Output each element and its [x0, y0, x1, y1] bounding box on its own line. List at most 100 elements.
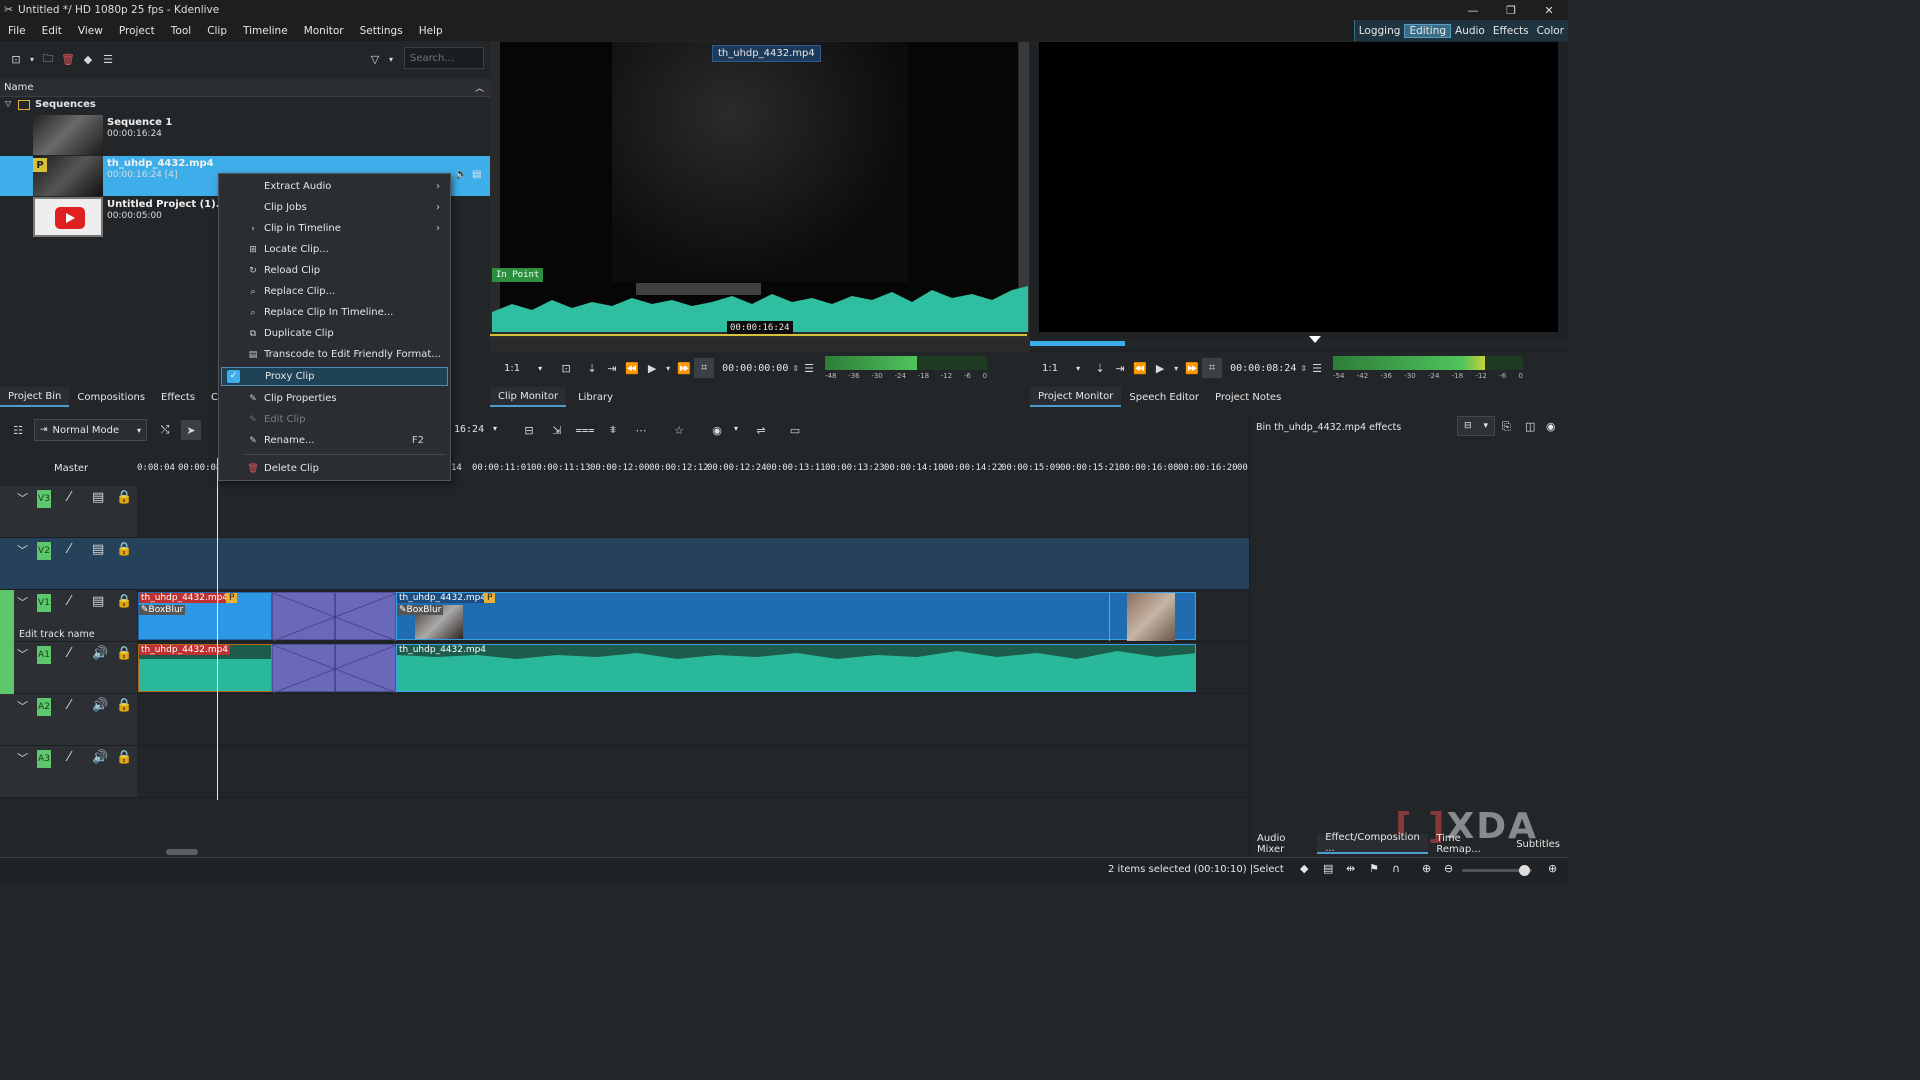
lock-icon[interactable]: 🔒 — [116, 698, 132, 713]
collapse-icon[interactable]: ﹀ — [17, 698, 28, 714]
track-header-v1[interactable]: ﹀ V1 ⁄ ▤ 🔒 Edit track name — [0, 590, 137, 642]
tab-speech-editor[interactable]: Speech Editor — [1121, 387, 1207, 407]
tab-project-notes[interactable]: Project Notes — [1207, 387, 1289, 407]
collapse-icon[interactable]: ﹀ — [17, 594, 28, 610]
collapse-icon[interactable]: ﹀ — [17, 490, 28, 506]
tab-project-bin[interactable]: Project Bin — [0, 387, 70, 407]
tab-clip-monitor[interactable]: Clip Monitor — [490, 387, 567, 407]
rewind-icon[interactable]: ⏪ — [622, 358, 642, 378]
master-label[interactable]: Master — [54, 463, 88, 474]
tab-effects[interactable]: Effects — [153, 387, 203, 407]
effects-icon[interactable]: ⁄ — [68, 646, 70, 661]
add-clip-icon[interactable]: ⊡ — [6, 49, 26, 69]
forward-icon[interactable]: ⏩ — [1182, 358, 1202, 378]
film-icon[interactable]: ▤ — [92, 542, 104, 557]
collapse-icon[interactable]: ﹀ — [17, 646, 28, 662]
extract-icon[interactable]: ⩨ — [603, 420, 623, 440]
timeline-scrollbar[interactable] — [166, 849, 198, 855]
timeline-audio-clip[interactable]: th_uhdp_4432.mp4 — [138, 644, 272, 692]
audio-thumb-icon[interactable]: ⇹ — [1346, 862, 1355, 875]
effects-icon[interactable]: ⁄ — [68, 542, 70, 557]
tab-subtitles[interactable]: Subtitles — [1508, 834, 1568, 854]
eye-icon[interactable]: ◉ — [1546, 420, 1556, 433]
clip-monitor[interactable]: th_uhdp_4432.mp4 In Point 00:00:16:24 — [490, 42, 1029, 352]
record-icon[interactable]: ◉ — [707, 420, 727, 440]
zoom-chevron-icon[interactable]: ▾ — [1076, 364, 1080, 373]
menu-item-rename[interactable]: ✎ Rename... F2 — [221, 431, 448, 450]
track-header-a2[interactable]: ﹀ A2 ⁄ 🔊 🔒 — [0, 694, 137, 746]
film-icon[interactable]: ▤ — [1323, 862, 1333, 875]
menu-item-reload-clip[interactable]: ↻ Reload Clip — [221, 261, 448, 280]
menu-timeline[interactable]: Timeline — [235, 25, 296, 37]
menu-item-duplicate-clip[interactable]: ⧉ Duplicate Clip — [221, 324, 448, 343]
menu-icon[interactable]: ☰ — [98, 49, 118, 69]
timeline-tracks[interactable]: th_uhdp_4432.mp4 P ✎BoxBlur th_uhdp_4432… — [137, 458, 1249, 802]
track-settings-icon[interactable]: ☷ — [8, 420, 28, 440]
track-v3[interactable] — [137, 486, 1249, 538]
filter-chevron-icon[interactable]: ▾ — [385, 49, 397, 69]
playhead-icon[interactable] — [1309, 336, 1321, 343]
menu-view[interactable]: View — [70, 25, 111, 37]
zoom-fit-icon[interactable]: ⊕ — [1422, 862, 1431, 875]
position-chevron-icon[interactable]: ▾ — [493, 424, 497, 433]
edit-track-name-label[interactable]: Edit track name — [19, 629, 95, 640]
collapse-icon[interactable]: ﹀ — [17, 750, 28, 766]
crop-icon[interactable]: ⌗ — [694, 358, 715, 378]
favorite-icon[interactable]: ☆ — [669, 420, 689, 440]
tab-library[interactable]: Library — [570, 387, 621, 407]
menu-item-clip-properties[interactable]: ✎ Clip Properties — [221, 389, 448, 408]
collapse-icon[interactable]: ﹀ — [17, 542, 28, 558]
menu-project[interactable]: Project — [111, 25, 163, 37]
split-icon[interactable]: ⋯ — [631, 420, 651, 440]
crop-icon[interactable]: ⌗ — [1202, 358, 1223, 378]
tab-project-monitor[interactable]: Project Monitor — [1030, 387, 1122, 407]
set-out-icon[interactable]: ⇥ — [602, 358, 622, 378]
track-a2[interactable] — [137, 694, 1249, 746]
track-header-a1[interactable]: ﹀ A1 ⁄ 🔊 🔒 — [0, 642, 137, 694]
layout-effects[interactable]: Effects — [1489, 25, 1533, 37]
lock-icon[interactable]: 🔒 — [116, 490, 132, 505]
subtitle-icon[interactable]: ▭ — [785, 420, 805, 440]
razor-icon[interactable]: ⤭ — [155, 420, 175, 440]
menu-item-replace-clip[interactable]: ⌕ Replace Clip... — [221, 282, 448, 301]
set-in-icon[interactable]: ⇣ — [1090, 358, 1110, 378]
track-v1[interactable]: th_uhdp_4432.mp4 P ✎BoxBlur th_uhdp_4432… — [137, 590, 1249, 642]
menu-item-delete-clip[interactable]: 🗑 Delete Clip — [221, 459, 448, 478]
forward-icon[interactable]: ⏩ — [674, 358, 694, 378]
select-tool-icon[interactable]: ➤ — [181, 420, 201, 440]
zoom-slider-handle[interactable] — [1519, 865, 1530, 876]
lock-icon[interactable]: 🔒 — [116, 750, 132, 765]
compare-select[interactable]: ⊟ ▾ — [1457, 416, 1495, 436]
list-item[interactable]: Sequence 1 00:00:16:24 — [0, 115, 490, 155]
project-monitor[interactable] — [1030, 42, 1568, 352]
menu-item-replace-in-timeline[interactable]: ⌕ Replace Clip In Timeline... — [221, 303, 448, 322]
zone-marker[interactable] — [636, 283, 761, 295]
trash-icon[interactable]: 🗑 — [58, 49, 78, 69]
edit-mode-select[interactable]: ⇥ Normal Mode ▾ — [34, 419, 147, 441]
set-in-icon[interactable]: ⇣ — [582, 358, 602, 378]
menu-clip[interactable]: Clip — [199, 25, 235, 37]
marker-icon[interactable]: ⚑ — [1369, 862, 1379, 875]
layout-color[interactable]: Color — [1533, 25, 1568, 37]
play-chevron-icon[interactable]: ▾ — [1170, 358, 1182, 378]
bin-column-header[interactable]: Name ︿ — [0, 78, 490, 97]
timeline-playhead[interactable] — [217, 458, 218, 800]
project-ruler[interactable] — [1030, 336, 1568, 349]
menu-item-proxy-clip[interactable]: ✓ Proxy Clip — [221, 367, 448, 386]
expand-icon[interactable]: ▽ — [5, 99, 11, 108]
project-timecode[interactable]: 00:00:08:24 — [1230, 363, 1296, 374]
menu-item-clip-in-timeline[interactable]: › Clip in Timeline › — [221, 219, 448, 238]
play-icon[interactable]: ▶ — [1150, 358, 1170, 378]
layout-editing[interactable]: Editing — [1404, 23, 1452, 38]
insert-icon[interactable]: ⊟ — [519, 420, 539, 440]
monitor-menu-icon[interactable]: ☰ — [1307, 358, 1327, 378]
speaker-icon[interactable]: 🔊 — [92, 698, 108, 713]
track-v2[interactable] — [137, 538, 1249, 590]
minimize-icon[interactable]: — — [1454, 0, 1492, 20]
effects-icon[interactable]: ⁄ — [68, 750, 70, 765]
audio-transition[interactable] — [272, 644, 398, 694]
tag-icon[interactable]: ◆ — [78, 49, 98, 69]
play-icon[interactable]: ▶ — [642, 358, 662, 378]
timeline-audio-clip[interactable]: th_uhdp_4432.mp4 — [396, 644, 1196, 692]
zoom-in-icon[interactable]: ⊕ — [1548, 862, 1557, 875]
